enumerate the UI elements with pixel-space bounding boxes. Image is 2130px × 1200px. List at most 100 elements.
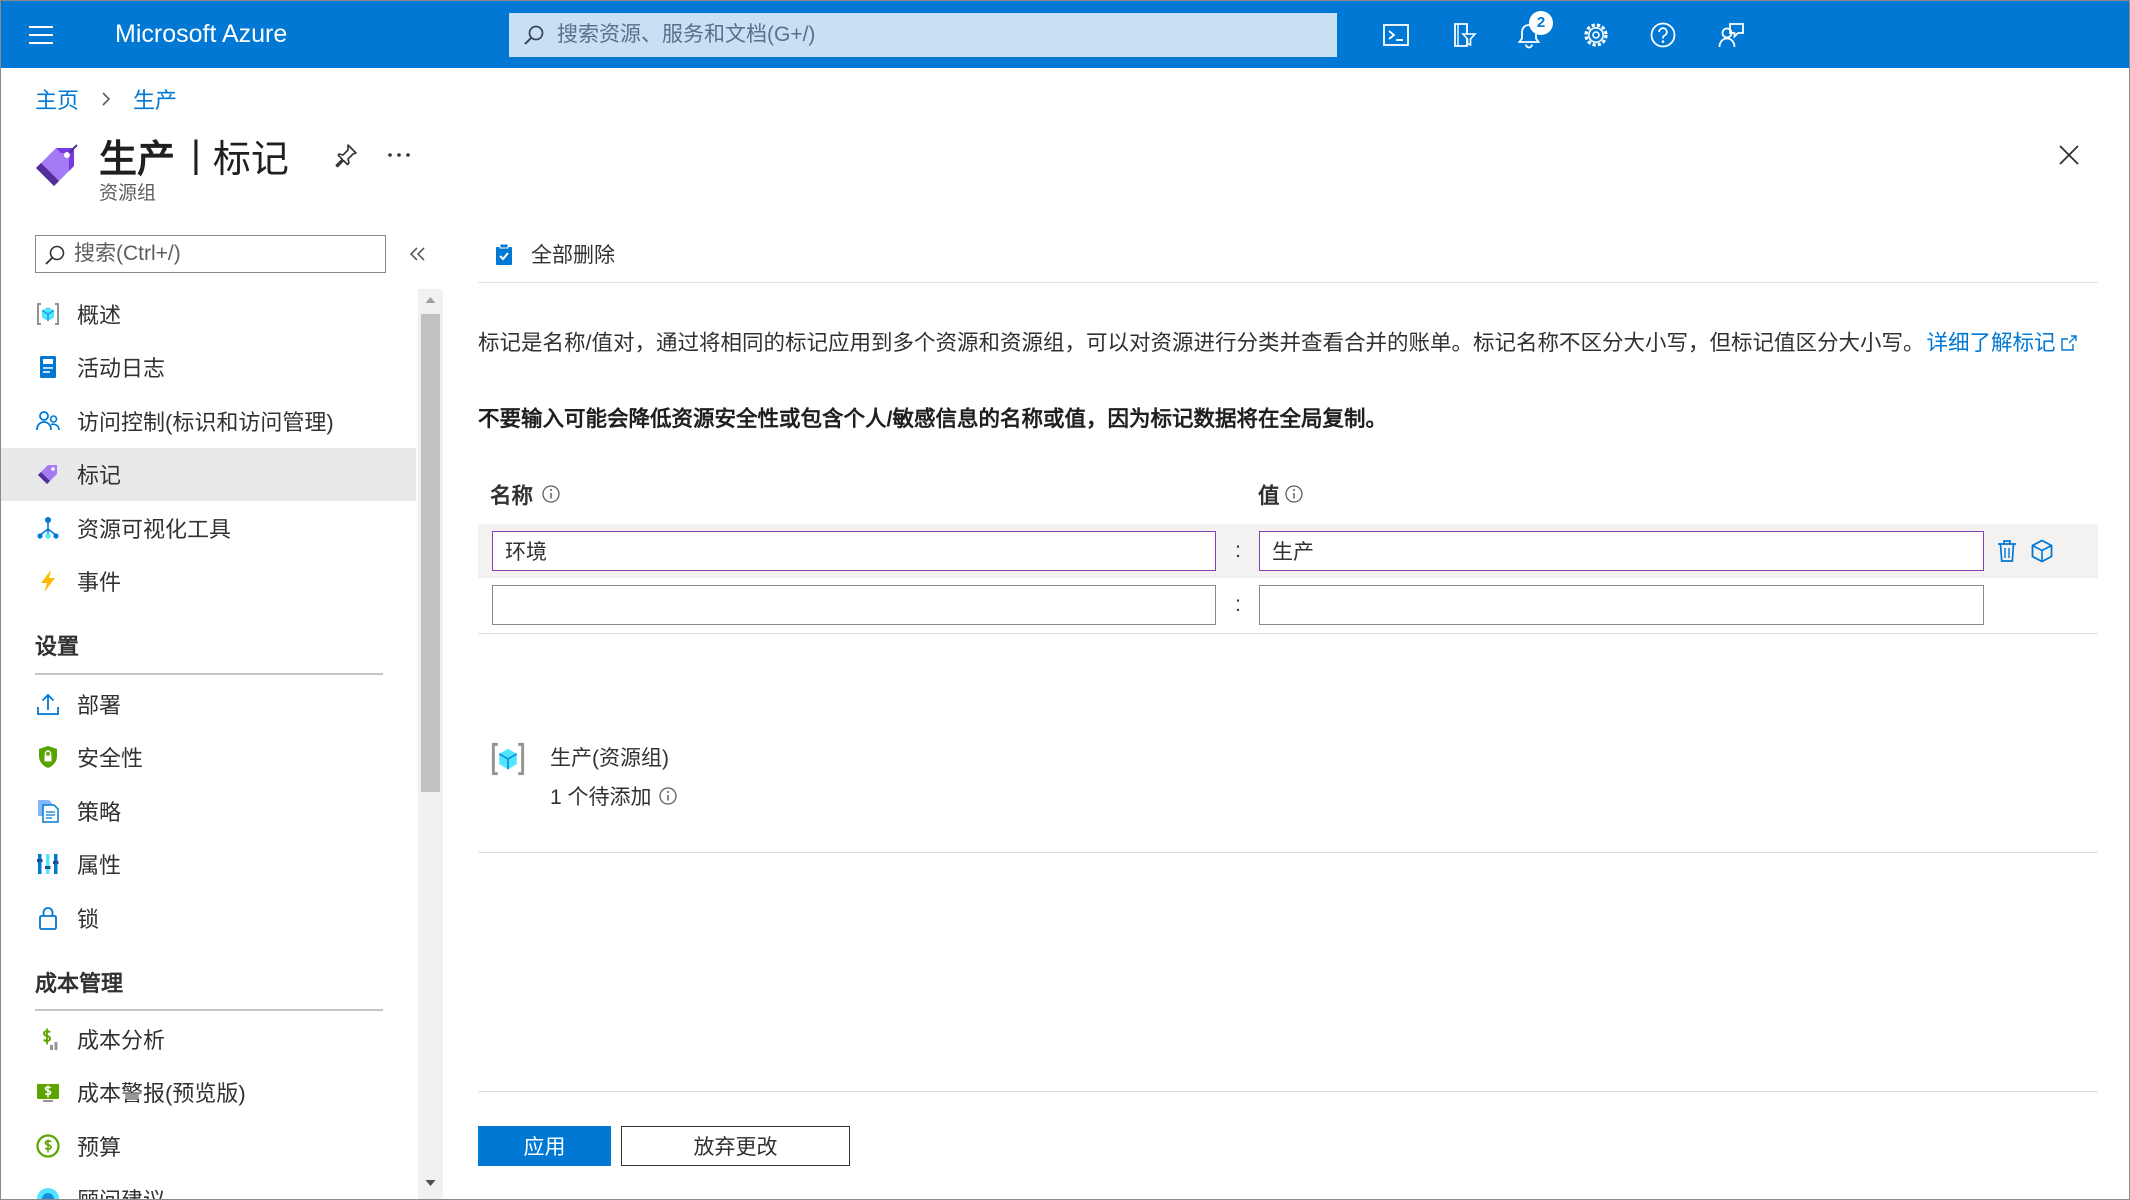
resource-name: 生产(资源组) [550, 747, 669, 770]
breadcrumb: 主页 生产 [35, 85, 177, 113]
sidebar-item-events[interactable]: 事件 [1, 555, 416, 609]
settings-icon [1582, 21, 1610, 49]
help-button[interactable] [1629, 1, 1696, 68]
external-link-icon[interactable] [2060, 334, 2078, 352]
resource-name-title: 生产 [99, 138, 176, 181]
delete-all-button[interactable]: 全部删除 [492, 237, 615, 271]
directory-filter-button[interactable] [1429, 1, 1496, 68]
top-bar: Microsoft Azure 2 [1, 1, 2129, 68]
resource-visualizer-icon [35, 515, 61, 541]
breadcrumb-current-link[interactable]: 生产 [133, 83, 177, 115]
scroll-down-icon[interactable] [423, 1177, 438, 1189]
apply-button[interactable]: 应用 [478, 1126, 611, 1166]
resource-section-divider [478, 852, 2098, 853]
delete-all-icon [492, 242, 516, 266]
sidebar-search-input[interactable] [74, 236, 379, 272]
resource-type-subtitle: 资源组 [99, 183, 157, 204]
new-tag-value-input[interactable] [1259, 585, 1984, 625]
page-name-title: 标记 [212, 138, 289, 181]
sidebar-item-deployments[interactable]: 部署 [1, 677, 416, 731]
sidebar-item-advisor-recommendations[interactable]: 顾问建议 [1, 1173, 416, 1199]
activity-log-icon [35, 354, 61, 380]
notification-count-badge: 2 [1529, 11, 1553, 35]
sidebar-scrollbar[interactable] [418, 289, 443, 1199]
cost-alerts-icon [35, 1079, 61, 1105]
notifications-button[interactable]: 2 [1495, 1, 1562, 68]
sidebar-item-policies[interactable]: 策略 [1, 784, 416, 838]
sidebar-item-cost-analysis[interactable]: 成本分析 [1, 1012, 416, 1066]
value-column-header: 值 [1258, 481, 1304, 508]
sidebar-item-label: 部署 [77, 692, 122, 718]
sidebar-item-activity-log[interactable]: 活动日志 [1, 341, 416, 395]
close-icon[interactable] [2055, 141, 2083, 169]
pin-icon[interactable] [332, 141, 360, 169]
sidebar-item-label: 事件 [77, 570, 122, 596]
pending-changes: 1 个待添加 [550, 782, 678, 810]
info-icon[interactable] [541, 484, 561, 504]
sidebar-item-label: 预算 [77, 1134, 122, 1160]
directory-filter-icon [1449, 21, 1477, 49]
sidebar-item-access-control[interactable]: 访问控制(标识和访问管理) [1, 394, 416, 448]
feedback-icon [1717, 21, 1745, 49]
sidebar-item-label: 锁 [77, 906, 100, 932]
delete-all-label: 全部删除 [531, 244, 615, 267]
cost-management-section-divider [35, 1009, 383, 1011]
sidebar-item-cost-alerts[interactable]: 成本警报(预览版) [1, 1066, 416, 1120]
lock-icon [35, 905, 61, 931]
brand-title[interactable]: Microsoft Azure [115, 1, 287, 68]
sidebar-item-label: 策略 [77, 799, 122, 825]
global-search-input[interactable] [557, 13, 1327, 57]
scroll-up-icon[interactable] [423, 294, 438, 306]
apply-to-resources-icon[interactable] [2029, 538, 2055, 564]
resource-group-icon [35, 301, 61, 327]
breadcrumb-home-link[interactable]: 主页 [35, 83, 79, 115]
discard-changes-button[interactable]: 放弃更改 [621, 1126, 850, 1166]
tag-value-input[interactable] [1259, 531, 1984, 571]
description-text: 标记是名称/值对，通过将相同的标记应用到多个资源和资源组，可以对资源进行分类并查… [478, 331, 1925, 355]
search-icon [523, 24, 545, 46]
sidebar-item-locks[interactable]: 锁 [1, 891, 416, 945]
tags-description: 标记是名称/值对，通过将相同的标记应用到多个资源和资源组，可以对资源进行分类并查… [478, 329, 2078, 357]
azure-portal-window: Microsoft Azure 2 [0, 0, 2130, 1200]
cost-analysis-icon [35, 1026, 61, 1052]
sidebar-item-budgets[interactable]: 预算 [1, 1119, 416, 1173]
learn-more-link[interactable]: 详细了解标记 [1926, 329, 2055, 357]
info-icon[interactable] [1284, 484, 1304, 504]
new-tag-name-input[interactable] [492, 585, 1216, 625]
sidebar-item-security[interactable]: 安全性 [1, 731, 416, 785]
sidebar-item-label: 概述 [77, 302, 122, 328]
tag-name-input[interactable] [492, 531, 1216, 571]
sidebar-item-overview[interactable]: 概述 [1, 287, 416, 341]
settings-section-divider [35, 673, 383, 675]
sidebar-item-tags[interactable]: 标记 [1, 447, 416, 501]
budgets-icon [35, 1133, 61, 1159]
cloud-shell-button[interactable] [1362, 1, 1429, 68]
sidebar-item-resource-visualizer[interactable]: 资源可视化工具 [1, 501, 416, 555]
settings-button[interactable] [1562, 1, 1629, 68]
delete-tag-icon[interactable] [1995, 538, 2019, 564]
collapse-sidebar-icon[interactable] [406, 242, 430, 266]
cloud-shell-icon [1382, 22, 1410, 48]
sidebar-nav-main: 概述 活动日志 访问控制(标识和访问管理) 标记 资源可视化工具 事件 [1, 287, 416, 608]
page-title: 生产 | 标记 [99, 129, 289, 181]
advisor-icon [35, 1186, 61, 1199]
access-control-icon [35, 408, 61, 434]
global-search-box[interactable] [509, 13, 1337, 57]
info-icon[interactable] [658, 786, 678, 806]
sidebar-item-properties[interactable]: 属性 [1, 838, 416, 892]
tags-table-divider [478, 633, 2098, 634]
feedback-button[interactable] [1697, 1, 1764, 68]
sidebar-item-label: 资源可视化工具 [77, 516, 232, 542]
properties-icon [35, 851, 61, 877]
menu-icon[interactable] [25, 19, 57, 51]
sidebar-search-box[interactable] [35, 235, 386, 273]
tag-separator: : [1235, 593, 1241, 616]
sidebar-nav-settings: 部署 安全性 策略 属性 锁 [1, 677, 416, 945]
name-column-header: 名称 [490, 481, 561, 508]
more-icon[interactable] [384, 145, 414, 165]
scrollbar-thumb[interactable] [421, 314, 440, 792]
sidebar-item-label: 标记 [77, 463, 122, 489]
sidebar-nav-cost-management: 成本分析 成本警报(预览版) 预算 顾问建议 [1, 1012, 416, 1199]
sidebar-item-label: 顾问建议 [77, 1183, 165, 1199]
sensitive-data-warning: 不要输入可能会降低资源安全性或包含个人/敏感信息的名称或值，因为标记数据将在全局… [478, 407, 1387, 431]
